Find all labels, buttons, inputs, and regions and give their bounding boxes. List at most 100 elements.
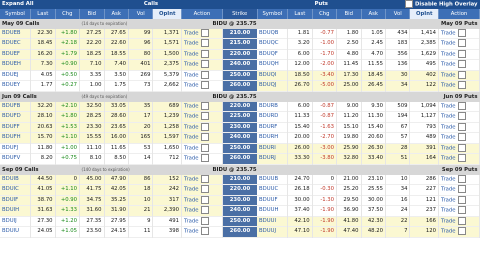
put-select-checkbox[interactable] [457,195,466,204]
call-select-checkbox[interactable] [200,216,209,225]
call-trade-link[interactable]: Trade [184,145,199,151]
call-select-checkbox[interactable] [200,122,209,131]
call-select-checkbox[interactable] [200,195,209,204]
put-trade-link[interactable]: Trade [441,187,456,193]
calls-col-ask[interactable]: Ask [104,8,129,19]
put-symbol[interactable]: BDURD [257,111,289,122]
put-symbol[interactable]: BDUUF [257,195,289,206]
put-select-checkbox[interactable] [457,101,466,110]
put-symbol[interactable]: BDUQC [257,38,289,49]
put-symbol[interactable]: BDURB [257,101,289,112]
put-symbol[interactable]: BDUUH [257,205,289,216]
put-trade-link[interactable]: Trade [441,156,456,162]
call-trade-link[interactable]: Trade [184,30,199,36]
put-select-checkbox[interactable] [457,39,466,47]
call-trade-link[interactable]: Trade [184,218,199,224]
call-symbol[interactable]: BDUEB [0,28,32,39]
call-symbol[interactable]: BDUIH [0,205,32,216]
put-trade-link[interactable]: Trade [441,229,456,235]
call-select-checkbox[interactable] [200,143,209,152]
put-trade-link[interactable]: Trade [441,103,456,109]
calls-expiry-title[interactable]: Jun 09 Calls [0,91,80,102]
put-symbol[interactable]: BDUQI [257,70,289,81]
put-select-checkbox[interactable] [457,185,466,193]
call-trade-link[interactable]: Trade [184,156,199,162]
put-trade-link[interactable]: Trade [441,114,456,120]
put-trade-link[interactable]: Trade [441,176,456,182]
puts-col-vol[interactable]: Vol [385,8,411,19]
put-symbol[interactable]: BDUQB [257,28,289,39]
put-select-checkbox[interactable] [457,206,466,214]
call-symbol[interactable]: BDUFH [0,132,32,143]
call-select-checkbox[interactable] [200,112,209,120]
call-symbol[interactable]: BDUIU [0,226,32,237]
call-select-checkbox[interactable] [200,227,209,235]
call-select-checkbox[interactable] [200,49,209,58]
call-symbol[interactable]: BDUIB [0,174,32,185]
put-select-checkbox[interactable] [457,154,466,162]
put-select-checkbox[interactable] [457,133,466,141]
put-trade-link[interactable]: Trade [441,30,456,36]
call-symbol[interactable]: BDUEH [0,59,32,70]
put-select-checkbox[interactable] [457,112,466,120]
call-select-checkbox[interactable] [200,101,209,110]
puts-col-opint[interactable]: OpInt [409,8,439,19]
call-trade-link[interactable]: Trade [184,124,199,130]
call-select-checkbox[interactable] [200,60,209,68]
put-trade-link[interactable]: Trade [441,41,456,47]
put-select-checkbox[interactable] [457,81,466,89]
put-trade-link[interactable]: Trade [441,145,456,151]
call-symbol[interactable]: BDUIF [0,195,32,206]
put-select-checkbox[interactable] [457,60,466,68]
put-symbol[interactable]: BDUUB [257,174,289,185]
call-trade-link[interactable]: Trade [184,176,199,182]
put-symbol[interactable]: BDURF [257,122,289,133]
puts-col-ask[interactable]: Ask [361,8,386,19]
puts-col-chg[interactable]: Chg [312,8,338,19]
put-trade-link[interactable]: Trade [441,83,456,89]
puts-col-bid[interactable]: Bid [336,8,362,19]
put-symbol[interactable]: BDURH [257,132,289,143]
put-select-checkbox[interactable] [457,70,466,79]
put-select-checkbox[interactable] [457,227,466,235]
call-trade-link[interactable]: Trade [184,187,199,193]
call-select-checkbox[interactable] [200,174,209,183]
call-symbol[interactable]: BDUIJ [0,216,32,227]
put-trade-link[interactable]: Trade [441,208,456,214]
calls-expiry-title[interactable]: Sep 09 Calls [0,164,80,175]
call-trade-link[interactable]: Trade [184,103,199,109]
call-select-checkbox[interactable] [200,81,209,89]
put-symbol[interactable]: BDUUC [257,184,289,195]
put-select-checkbox[interactable] [457,28,466,37]
put-trade-link[interactable]: Trade [441,72,456,78]
call-symbol[interactable]: BDUEF [0,49,32,60]
call-trade-link[interactable]: Trade [184,51,199,57]
call-symbol[interactable]: BDUIC [0,184,32,195]
call-symbol[interactable]: BDUFB [0,101,32,112]
puts-col-symbol[interactable]: Symbol [257,8,289,19]
call-trade-link[interactable]: Trade [184,41,199,47]
put-symbol[interactable]: BDUUI [257,216,289,227]
call-select-checkbox[interactable] [200,206,209,214]
call-symbol[interactable]: BDUEY [0,80,32,91]
call-trade-link[interactable]: Trade [184,229,199,235]
call-select-checkbox[interactable] [200,39,209,47]
put-trade-link[interactable]: Trade [441,135,456,141]
puts-expiry-title[interactable]: Jun 09 Puts [385,91,480,102]
call-trade-link[interactable]: Trade [184,135,199,141]
put-select-checkbox[interactable] [457,216,466,225]
call-select-checkbox[interactable] [200,185,209,193]
puts-expiry-title[interactable]: Sep 09 Puts [385,164,480,175]
call-trade-link[interactable]: Trade [184,62,199,68]
put-select-checkbox[interactable] [457,122,466,131]
call-symbol[interactable]: BDUEJ [0,70,32,81]
put-symbol[interactable]: BDUQH [257,59,289,70]
call-select-checkbox[interactable] [200,70,209,79]
calls-col-opint[interactable]: OpInt [152,8,182,19]
call-select-checkbox[interactable] [200,133,209,141]
call-select-checkbox[interactable] [200,28,209,37]
expand-all-link[interactable]: Expand All [0,0,80,9]
call-trade-link[interactable]: Trade [184,208,199,214]
call-symbol[interactable]: BDUFF [0,122,32,133]
strike-col[interactable]: Strike [222,8,258,19]
